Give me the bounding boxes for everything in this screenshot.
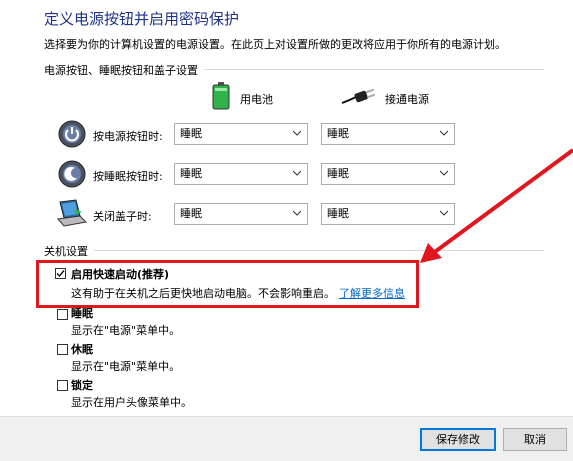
cancel-button[interactable]: 取消: [503, 428, 567, 451]
annotation-arrow: [420, 148, 573, 263]
save-changes-button[interactable]: 保存修改: [420, 428, 496, 451]
